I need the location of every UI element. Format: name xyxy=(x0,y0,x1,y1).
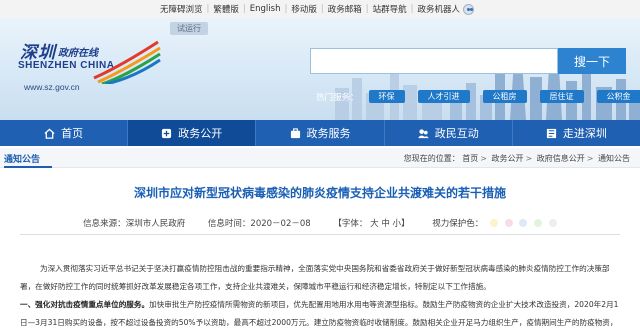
hot-service-residence-permit[interactable]: 居住证 xyxy=(539,90,584,103)
trial-run-badge: 试运行 xyxy=(170,22,208,35)
article-paragraph: 一、强化对抗击疫情重点单位的服务。加快审批生产防控疫情所需物资的新项目，优先配置… xyxy=(20,296,624,335)
article-title: 深圳市应对新型冠状病毒感染的肺炎疫情支持企业共渡难关的若干措施 xyxy=(133,186,506,200)
open-gov-icon xyxy=(162,128,172,138)
vision-color-swatch[interactable] xyxy=(490,219,498,227)
interaction-icon xyxy=(418,128,429,138)
site-navigation-link[interactable]: 站群导航 xyxy=(373,3,407,15)
breadcrumb-open-gov[interactable]: 政务公开 xyxy=(492,154,524,163)
nav-explore-label: 走进深圳 xyxy=(562,127,607,140)
breadcrumb-gov-info[interactable]: 政府信息公开 xyxy=(537,154,585,163)
accessibility-link[interactable]: 无障碍浏览 xyxy=(160,3,203,15)
hot-service-talent[interactable]: 人才引进 xyxy=(417,90,470,103)
nav-open-gov-label: 政务公开 xyxy=(178,127,223,140)
vision-color-swatch[interactable] xyxy=(504,219,513,227)
mobile-version-link[interactable]: 移动版 xyxy=(291,3,317,15)
font-size-large[interactable]: 大 xyxy=(370,219,379,229)
site-url: www.sz.gov.cn xyxy=(24,82,80,92)
search-bar: 搜一下 xyxy=(310,48,626,74)
breadcrumb: 您现在的位置： 首页 > 政务公开 > 政府信息公开 > 通知公告 xyxy=(403,154,630,163)
site-logo[interactable]: 深圳 政府在线 SHENZHEN CHINA xyxy=(14,36,164,86)
site-header: 深圳 政府在线 SHENZHEN CHINA 试运行 www.sz.gov.cn… xyxy=(0,18,640,120)
font-size-medium[interactable]: 中 xyxy=(381,219,390,229)
robot-icon[interactable] xyxy=(463,3,475,15)
search-button[interactable]: 搜一下 xyxy=(558,48,626,74)
source-label: 信息来源： xyxy=(83,219,126,229)
gov-mail-link[interactable]: 政务邮箱 xyxy=(328,3,362,15)
font-size-close: 】 xyxy=(401,219,410,229)
vision-color-swatch[interactable] xyxy=(534,219,543,227)
nav-home-label: 首页 xyxy=(61,127,84,140)
nav-interaction[interactable]: 政民互动 xyxy=(385,120,513,146)
search-input[interactable] xyxy=(310,48,558,74)
nav-service[interactable]: 政务服务 xyxy=(256,120,385,146)
breadcrumb-prefix: 您现在的位置： xyxy=(403,154,460,163)
hot-services: 热门服务： 环保 人才引进 公租房 居住证 公积金 xyxy=(316,90,640,103)
english-link[interactable]: English xyxy=(250,4,281,14)
breadcrumb-bar: 通知公告 您现在的位置： 首页 > 政务公开 > 政府信息公开 > 通知公告 xyxy=(0,148,640,168)
font-size-small[interactable]: 小 xyxy=(393,219,402,229)
breadcrumb-notices[interactable]: 通知公告 xyxy=(598,154,630,163)
paragraph-heading: 一、强化对抗击疫情重点单位的服务。 xyxy=(20,300,150,309)
utility-links: 无障碍浏览 | 繁體版 | English | 移动版 | 政务邮箱 | 站群导航 | 政务… xyxy=(160,3,475,15)
nav-explore[interactable]: 走进深圳 xyxy=(513,120,640,146)
hot-service-environment[interactable]: 环保 xyxy=(368,90,405,103)
hot-services-label: 热门服务： xyxy=(316,92,359,103)
explore-icon xyxy=(546,128,556,138)
home-icon xyxy=(44,128,55,139)
nav-open-gov[interactable]: 政务公开 xyxy=(128,120,257,146)
logo-bird-icon xyxy=(93,40,161,84)
gov-robot-link[interactable]: 政务机器人 xyxy=(418,3,461,15)
breadcrumb-home[interactable]: 首页 xyxy=(462,154,478,163)
hot-service-public-housing[interactable]: 公租房 xyxy=(482,90,527,103)
nav-interaction-label: 政民互动 xyxy=(434,127,479,140)
date-label: 信息时间： xyxy=(207,219,251,229)
source-value: 深圳市人民政府 xyxy=(125,219,186,229)
section-title: 通知公告 xyxy=(4,152,53,168)
article-divider xyxy=(20,234,620,235)
vision-color-swatch[interactable] xyxy=(548,219,557,227)
traditional-chinese-link[interactable]: 繁體版 xyxy=(213,3,239,15)
article-meta: 信息来源：深圳市人民政府 信息时间：2020－02－08 【字体： 大 中 小】… xyxy=(0,217,640,229)
article-paragraph: 为深入贯彻落实习近平总书记关于坚决打赢疫情防控阻击战的重要指示精神，全面落实党中… xyxy=(20,264,610,291)
nav-service-label: 政务服务 xyxy=(306,127,351,140)
top-utility-bar: 无障碍浏览 | 繁體版 | English | 移动版 | 政务邮箱 | 站群导航 | 政务… xyxy=(0,0,640,18)
nav-home[interactable]: 首页 xyxy=(0,120,129,146)
font-size-label: 【字体： xyxy=(333,219,368,229)
vision-color-swatch[interactable] xyxy=(519,219,528,227)
date-value: 2020－02－08 xyxy=(250,219,311,229)
vision-protect-label: 视力保护色： xyxy=(432,219,484,229)
main-nav: 首页 政务公开 政务服务 政民互动 走进深圳 xyxy=(0,120,640,146)
service-icon xyxy=(290,127,300,138)
hot-service-housing-fund[interactable]: 公积金 xyxy=(596,90,640,103)
